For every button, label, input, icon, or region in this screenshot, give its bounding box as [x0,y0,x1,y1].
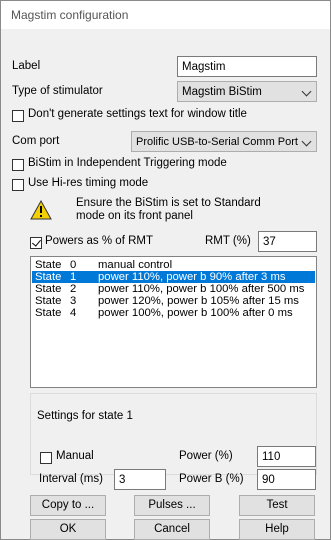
powerb-caption: Power B (%) [179,473,244,485]
help-button[interactable]: Help [239,519,315,540]
title-bar: Magstim configuration [1,1,330,29]
interval-input[interactable]: 3 [114,469,166,490]
ok-button[interactable]: OK [30,519,106,540]
warning-icon [30,200,52,220]
label-input[interactable]: Magstim [177,56,317,77]
warning-text-line1: Ensure the BiStim is set to Standard [76,197,261,209]
stimulator-caption: Type of stimulator [12,85,103,97]
pulses-button[interactable]: Pulses ... [134,495,210,516]
list-item-selected[interactable]: State 1 power 110%, power b 90% after 3 ms [32,271,315,283]
com-port-caption: Com port [12,135,60,147]
dialog-window: Magstim configuration Label Magstim Type… [0,0,331,540]
label-caption: Label [12,60,41,72]
chevron-down-icon [301,136,312,147]
power-caption: Power (%) [179,450,233,462]
com-port-value: Prolific USB-to-Serial Comm Port [136,136,298,148]
list-item[interactable]: State 3 power 120%, power b 105% after 15 … [32,295,315,307]
stimulator-select[interactable]: Magstim BiStim [177,81,317,102]
powerb-input[interactable]: 90 [257,469,316,490]
stimulator-value: Magstim BiStim [182,86,262,98]
list-item[interactable]: State 0 manual control [32,259,315,271]
chevron-down-icon [301,86,312,97]
power-input[interactable]: 110 [257,446,316,467]
list-item[interactable]: State 2 power 110%, power b 100% after 500… [32,283,315,295]
copy-to-button[interactable]: Copy to ... [30,495,106,516]
warning-text-line2: mode on its front panel [76,210,193,222]
powers-rmt-checkbox[interactable] [30,237,42,249]
powers-rmt-label: Powers as % of RMT [45,235,153,247]
list-item[interactable]: State 4 power 100%, power b 100% after 0 m… [32,307,315,319]
bistim-independent-label: BiStim in Independent Triggering mode [28,157,227,169]
hires-label: Use Hi-res timing mode [28,177,149,189]
states-list[interactable]: State 0 manual control State 1 power 110%, p… [30,256,317,388]
window-title: Magstim configuration [11,8,129,22]
manual-checkbox[interactable] [40,452,52,464]
interval-caption: Interval (ms) [39,473,103,485]
rmt-input[interactable]: 37 [258,231,317,252]
com-port-select[interactable]: Prolific USB-to-Serial Comm Port [131,131,317,152]
rmt-caption: RMT (%) [205,235,251,247]
cancel-button[interactable]: Cancel [134,519,210,540]
bistim-independent-checkbox[interactable] [12,159,24,171]
manual-label: Manual [56,450,94,462]
hires-checkbox[interactable] [12,179,24,191]
settings-group-title: Settings for state 1 [37,410,133,422]
dont-generate-label: Don't generate settings text for window … [28,108,247,120]
test-button[interactable]: Test [239,495,315,516]
dont-generate-checkbox[interactable] [12,110,24,122]
